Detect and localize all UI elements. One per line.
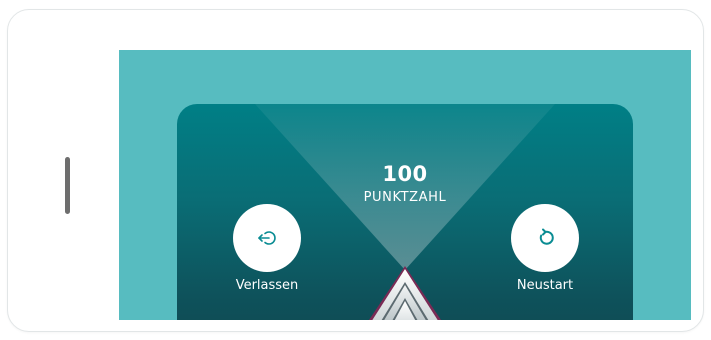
- restart-button[interactable]: [511, 204, 579, 272]
- leave-label: Verlassen: [235, 278, 299, 293]
- score-label: PUNKTZAHL: [363, 190, 447, 205]
- game-over-panel: 100 PUNKTZAHL Verlassen Neustart: [177, 104, 633, 320]
- home-indicator: [65, 157, 70, 214]
- leave-button[interactable]: [233, 204, 301, 272]
- exit-icon: [258, 231, 276, 245]
- score-value: 100: [382, 162, 428, 186]
- game-screen: 100 PUNKTZAHL Verlassen Neustart: [119, 50, 691, 320]
- device-frame: 100 PUNKTZAHL Verlassen Neustart: [7, 9, 704, 332]
- pyramid-graphic: [369, 266, 441, 320]
- restart-icon: [539, 228, 554, 245]
- restart-label: Neustart: [516, 278, 574, 293]
